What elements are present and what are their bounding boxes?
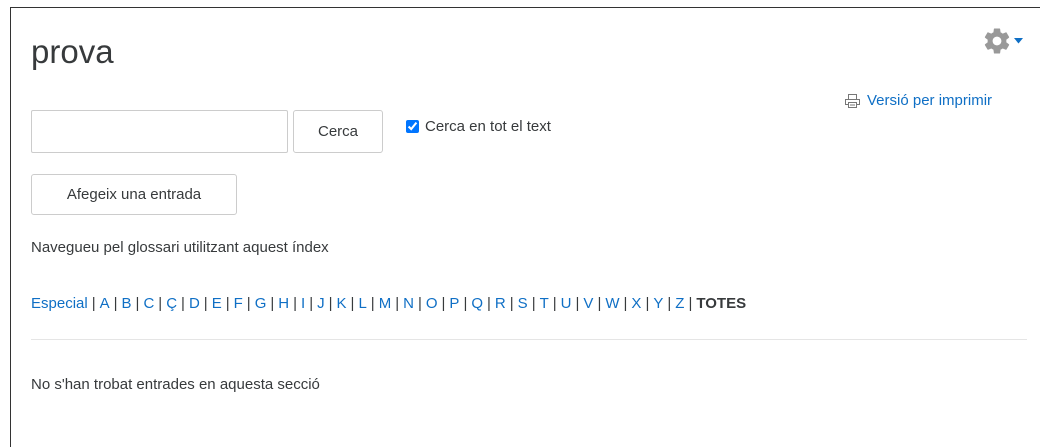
index-separator: | bbox=[309, 295, 314, 312]
index-link-2[interactable]: B bbox=[122, 294, 132, 314]
index-separator: | bbox=[91, 295, 96, 312]
fulltext-label: Cerca en tot el text bbox=[425, 118, 551, 135]
index-separator: | bbox=[688, 295, 693, 312]
index-separator: | bbox=[225, 295, 230, 312]
gear-icon bbox=[982, 26, 1012, 56]
index-link-25[interactable]: X bbox=[631, 294, 641, 314]
add-entry-button[interactable]: Afegeix una entrada bbox=[31, 174, 237, 215]
divider bbox=[31, 339, 1027, 340]
index-separator: | bbox=[293, 295, 298, 312]
index-link-1[interactable]: A bbox=[100, 294, 110, 314]
index-separator: | bbox=[645, 295, 650, 312]
index-separator: | bbox=[350, 295, 355, 312]
index-separator: | bbox=[135, 295, 140, 312]
index-separator: | bbox=[597, 295, 602, 312]
print-version-label: Versió per imprimir bbox=[867, 92, 993, 109]
settings-menu-toggle[interactable] bbox=[982, 25, 1034, 57]
index-separator: | bbox=[395, 295, 400, 312]
search-button[interactable]: Cerca bbox=[293, 110, 383, 153]
index-separator: | bbox=[463, 295, 468, 312]
index-link-27[interactable]: Z bbox=[675, 294, 684, 314]
caret-down-icon bbox=[1014, 38, 1023, 44]
index-link-19[interactable]: R bbox=[495, 294, 506, 314]
index-link-7[interactable]: F bbox=[234, 294, 243, 314]
index-separator: | bbox=[667, 295, 672, 312]
index-link-17[interactable]: P bbox=[449, 294, 459, 314]
index-separator: | bbox=[370, 295, 375, 312]
index-link-12[interactable]: K bbox=[337, 294, 347, 314]
index-link-15[interactable]: N bbox=[403, 294, 414, 314]
index-link-6[interactable]: E bbox=[212, 294, 222, 314]
index-separator: | bbox=[441, 295, 446, 312]
index-separator: | bbox=[203, 295, 208, 312]
index-link-11[interactable]: J bbox=[317, 294, 325, 314]
index-separator: | bbox=[113, 295, 118, 312]
index-separator: | bbox=[487, 295, 491, 312]
alphabet-index: Especial | A | B | C | Ç | D | E | F | G | H | I | J | K | L | M | N | O… bbox=[31, 294, 746, 314]
index-current-all: TOTES bbox=[696, 295, 747, 312]
index-separator: | bbox=[270, 295, 275, 312]
page-title: prova bbox=[31, 33, 114, 70]
index-link-21[interactable]: T bbox=[540, 294, 549, 314]
index-link-18[interactable]: Q bbox=[471, 294, 483, 314]
search-input[interactable] bbox=[31, 110, 288, 153]
index-separator: | bbox=[181, 295, 185, 312]
index-link-26[interactable]: Y bbox=[653, 294, 663, 314]
index-link-22[interactable]: U bbox=[561, 294, 572, 314]
index-separator: | bbox=[575, 295, 580, 312]
index-link-16[interactable]: O bbox=[426, 294, 438, 314]
index-link-special[interactable]: Especial bbox=[31, 294, 88, 314]
index-link-23[interactable]: V bbox=[583, 294, 593, 314]
index-link-14[interactable]: M bbox=[379, 294, 392, 314]
index-link-13[interactable]: L bbox=[358, 294, 366, 314]
index-separator: | bbox=[417, 295, 422, 312]
index-separator: | bbox=[531, 295, 536, 312]
index-separator: | bbox=[623, 295, 628, 312]
index-link-3[interactable]: C bbox=[143, 294, 154, 314]
index-separator: | bbox=[246, 295, 251, 312]
fulltext-search-option[interactable]: Cerca en tot el text bbox=[406, 118, 551, 135]
index-link-8[interactable]: G bbox=[255, 294, 267, 314]
fulltext-checkbox[interactable] bbox=[406, 120, 419, 133]
print-version-link[interactable]: Versió per imprimir bbox=[845, 91, 992, 111]
index-separator: | bbox=[509, 295, 514, 312]
index-link-24[interactable]: W bbox=[605, 294, 619, 314]
empty-results-message: No s'han trobat entrades en aquesta secc… bbox=[31, 376, 320, 393]
printer-icon bbox=[845, 94, 860, 108]
index-separator: | bbox=[158, 295, 163, 312]
index-link-4[interactable]: Ç bbox=[166, 294, 177, 314]
index-separator: | bbox=[552, 295, 557, 312]
browse-description: Navegueu pel glossari utilitzant aquest … bbox=[31, 239, 329, 256]
index-link-5[interactable]: D bbox=[189, 294, 200, 314]
index-separator: | bbox=[328, 295, 333, 312]
index-link-20[interactable]: S bbox=[518, 294, 528, 314]
index-link-9[interactable]: H bbox=[278, 294, 289, 314]
